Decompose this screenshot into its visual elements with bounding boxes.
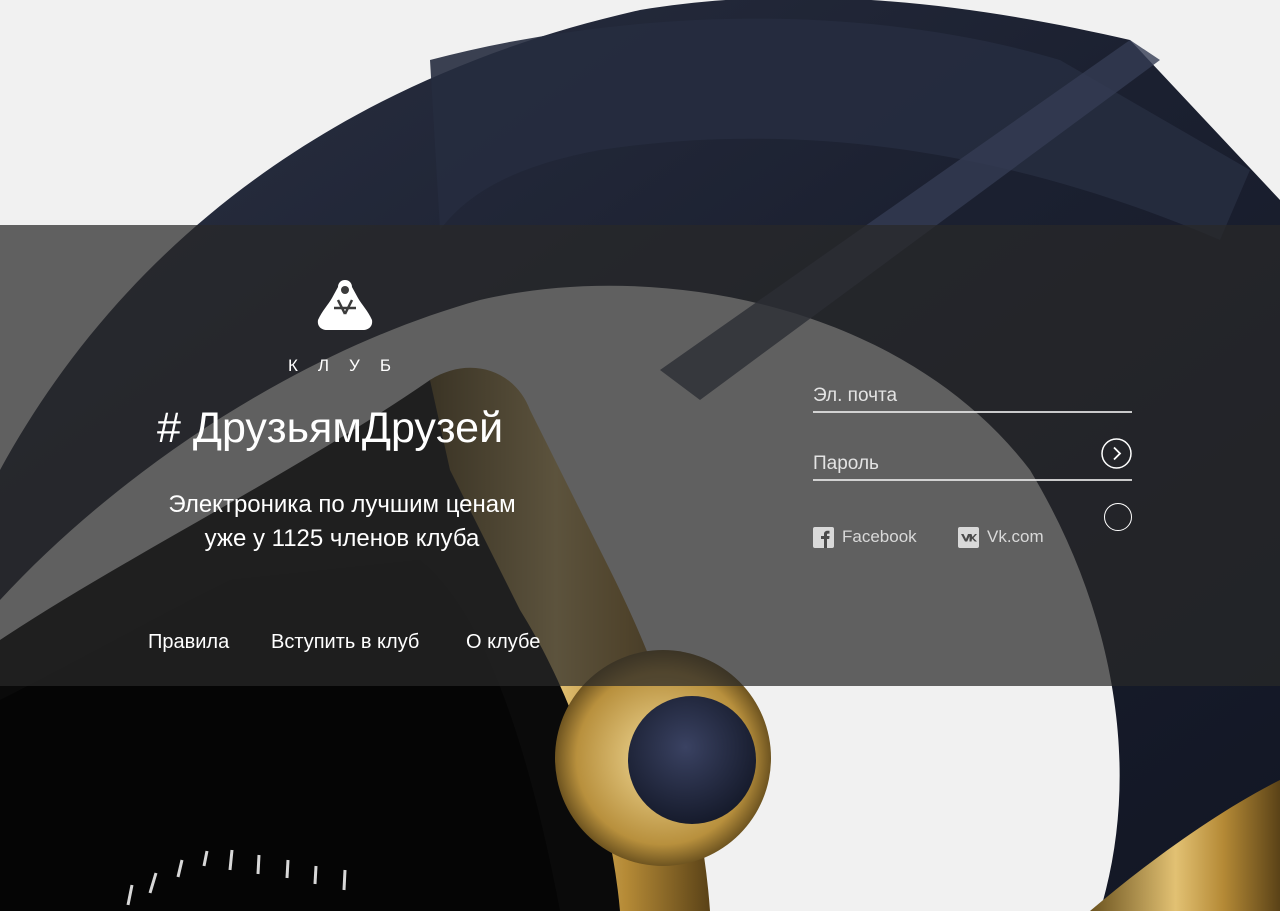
vk-label: Vk.com — [987, 527, 1044, 546]
hero-hashtag: # ДрузьямДрузей — [157, 404, 504, 452]
password-field-wrapper — [813, 441, 1132, 531]
tagline-line-1: Электроника по лучшим ценам — [168, 491, 516, 518]
brand-name: КЛУБ — [288, 356, 412, 375]
hero-tagline: Электроника по лучшим ценам уже у 1125 ч… — [142, 488, 542, 556]
password-field[interactable] — [813, 449, 1093, 479]
login-submit-button[interactable] — [1104, 503, 1132, 531]
tagline-line-2: уже у 1125 членов клуба — [204, 525, 480, 552]
nav-link-rules[interactable]: Правила — [148, 631, 229, 654]
chevron-right-circle-icon[interactable] — [1101, 438, 1132, 469]
nav-link-about[interactable]: О клубе — [466, 631, 540, 654]
facebook-label: Facebook — [842, 527, 917, 546]
vk-icon — [958, 527, 979, 548]
facebook-icon — [813, 527, 834, 548]
nav-link-join[interactable]: Вступить в клуб — [271, 631, 419, 654]
login-form: Facebook Vk.com — [813, 375, 1132, 565]
email-field-wrapper — [813, 375, 1132, 413]
vk-login-link[interactable]: Vk.com — [958, 526, 1048, 550]
email-field[interactable] — [813, 381, 1093, 411]
facebook-login-link[interactable]: Facebook — [813, 526, 923, 550]
club-logo-icon — [317, 280, 373, 330]
